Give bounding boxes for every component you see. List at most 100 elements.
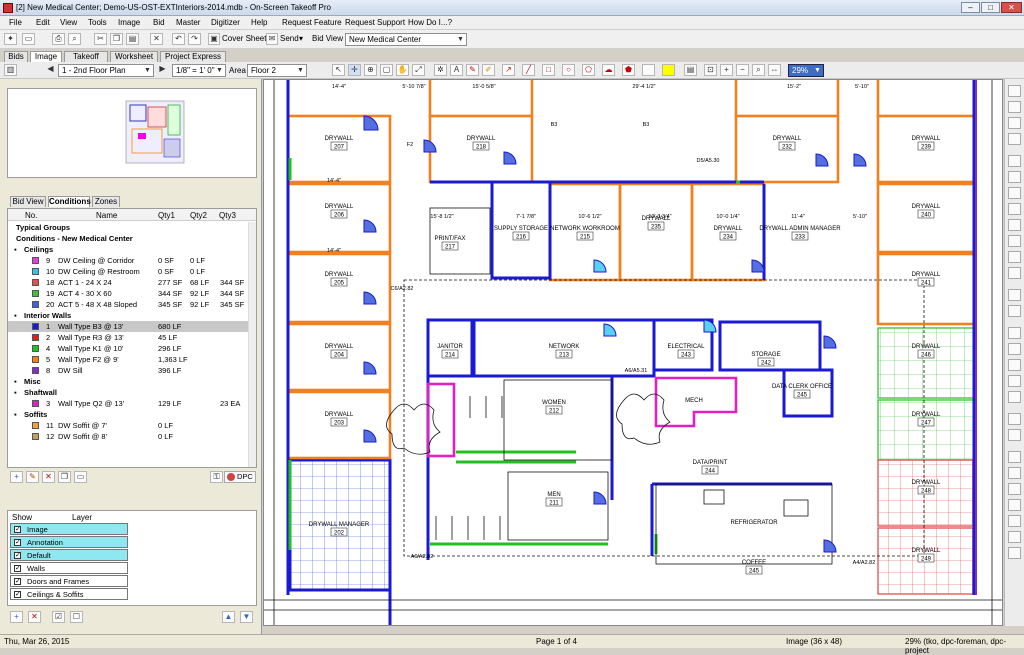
col-qty1[interactable]: Qty1 bbox=[158, 211, 175, 220]
close-button[interactable]: ✕ bbox=[1001, 2, 1022, 13]
scale-select[interactable]: 1/8" = 1' 0" ▼ bbox=[172, 64, 226, 77]
rectangle-icon[interactable]: □ bbox=[542, 64, 555, 76]
color-icon[interactable] bbox=[642, 64, 655, 76]
menu-file[interactable]: File bbox=[9, 18, 22, 27]
text-icon[interactable]: A bbox=[450, 64, 463, 76]
crosshair-icon[interactable]: ✛ bbox=[348, 64, 361, 76]
line-icon[interactable]: ╱ bbox=[522, 64, 535, 76]
page-thumbnail[interactable] bbox=[7, 88, 257, 178]
fit-icon[interactable]: ⤢ bbox=[412, 64, 425, 76]
col-name[interactable]: Name bbox=[96, 211, 117, 220]
expand-icon[interactable]: ▪ bbox=[14, 310, 17, 321]
layer-checkbox[interactable]: ✓ bbox=[14, 591, 21, 598]
copy-condition-button[interactable]: ❐ bbox=[58, 471, 71, 483]
menu-edit[interactable]: Edit bbox=[36, 18, 50, 27]
tool-icon-10[interactable] bbox=[1008, 235, 1021, 247]
highlighter-icon[interactable]: ✐ bbox=[482, 64, 495, 76]
tool-icon-25[interactable] bbox=[1008, 499, 1021, 511]
menu-digitizer[interactable]: Digitizer bbox=[211, 18, 240, 27]
tab-image[interactable]: Image bbox=[30, 51, 62, 62]
condition-group[interactable]: Typical Groups bbox=[8, 222, 248, 233]
menu-view[interactable]: View bbox=[60, 18, 77, 27]
tool-icon-13[interactable] bbox=[1008, 289, 1021, 301]
condition-row[interactable]: 12 DW Soffit @ 8' 0 LF bbox=[8, 431, 248, 442]
prev-page-button[interactable]: ◀ bbox=[44, 64, 57, 76]
menu-tools[interactable]: Tools bbox=[88, 18, 107, 27]
tool-icon-24[interactable] bbox=[1008, 483, 1021, 495]
tool-icon-11[interactable] bbox=[1008, 251, 1021, 263]
tool-icon-23[interactable] bbox=[1008, 467, 1021, 479]
delete-layer-button[interactable]: ✕ bbox=[28, 611, 41, 623]
layer-checkbox[interactable]: ✓ bbox=[14, 552, 21, 559]
copy-icon[interactable]: ❐ bbox=[110, 33, 123, 45]
tool-icon-3[interactable] bbox=[1008, 117, 1021, 129]
condition-group[interactable]: ▪ Soffits bbox=[8, 409, 248, 420]
condition-row[interactable]: 3 Wall Type Q2 @ 13' 129 LF 23 EA bbox=[8, 398, 248, 409]
zoom-in-icon[interactable]: + bbox=[720, 64, 733, 76]
col-no[interactable]: No. bbox=[25, 211, 37, 220]
area-select[interactable]: Floor 2 ▼ bbox=[247, 64, 307, 77]
tab-worksheet[interactable]: Worksheet bbox=[110, 51, 158, 62]
tab-bid-view[interactable]: Bid View bbox=[10, 196, 46, 207]
highlight-area-icon[interactable]: ⬟ bbox=[622, 64, 635, 76]
tool-icon-19[interactable] bbox=[1008, 391, 1021, 403]
tab-conditions[interactable]: Conditions bbox=[48, 196, 91, 207]
condition-group[interactable]: ▪ Ceilings bbox=[8, 244, 248, 255]
next-page-button[interactable]: ▶ bbox=[156, 64, 169, 76]
uncheck-layer-button[interactable]: ☐ bbox=[70, 611, 83, 623]
ellipse-icon[interactable]: ○ bbox=[562, 64, 575, 76]
tool-icon-1[interactable] bbox=[1008, 85, 1021, 97]
tab-takeoff[interactable]: Takeoff bbox=[64, 51, 108, 62]
condition-row[interactable]: 9 DW Ceiling @ Corridor 0 SF 0 LF bbox=[8, 255, 248, 266]
polygon-icon[interactable]: ⬠ bbox=[582, 64, 595, 76]
stamp-icon[interactable]: ✲ bbox=[434, 64, 447, 76]
menu-master[interactable]: Master bbox=[176, 18, 200, 27]
condition-row[interactable]: 1 Wall Type B3 @ 13' 680 LF bbox=[8, 321, 248, 332]
condition-row[interactable]: 8 DW Sill 396 LF bbox=[8, 365, 248, 376]
condition-group[interactable]: ▪ Misc bbox=[8, 376, 248, 387]
expand-icon[interactable]: ▪ bbox=[14, 244, 17, 255]
menu-image[interactable]: Image bbox=[118, 18, 140, 27]
tool-icon-2[interactable] bbox=[1008, 101, 1021, 113]
preview-icon[interactable]: ⌕ bbox=[68, 33, 81, 45]
tool-icon-15[interactable] bbox=[1008, 327, 1021, 339]
layer-checkbox[interactable]: ✓ bbox=[14, 526, 21, 533]
menu-help[interactable]: Help bbox=[251, 18, 267, 27]
zoom-box-icon[interactable]: ▢ bbox=[380, 64, 393, 76]
tool-icon-21[interactable] bbox=[1008, 429, 1021, 441]
expand-icon[interactable]: ▪ bbox=[14, 376, 17, 387]
drawing-canvas[interactable]: DRYWALL 207 DRYWALL 218 DRYWALL 232 DRYWALL 239… bbox=[263, 79, 1003, 626]
tool-icon-27[interactable] bbox=[1008, 531, 1021, 543]
note-icon[interactable]: ▤ bbox=[684, 64, 697, 76]
zoom-page-icon[interactable]: ⊡ bbox=[704, 64, 717, 76]
page-select[interactable]: 1 - 2nd Floor Plan ▼ bbox=[58, 64, 154, 77]
paste-icon[interactable]: ▤ bbox=[126, 33, 139, 45]
pencil-icon[interactable]: ✎ bbox=[466, 64, 479, 76]
col-qty3[interactable]: Qty3 bbox=[219, 211, 236, 220]
tool-icon-28[interactable] bbox=[1008, 547, 1021, 559]
tool-icon-12[interactable] bbox=[1008, 267, 1021, 279]
conditions-scrollbar[interactable] bbox=[248, 222, 256, 467]
condition-row[interactable]: 5 Wall Type F2 @ 9' 1,363 LF bbox=[8, 354, 248, 365]
maximize-button[interactable]: □ bbox=[981, 2, 1000, 13]
select-arrow-icon[interactable]: ↖ bbox=[332, 64, 345, 76]
bid-view-button[interactable]: Bid View bbox=[312, 34, 343, 43]
condition-row[interactable]: 2 Wall Type R3 @ 13' 45 LF bbox=[8, 332, 248, 343]
tool-icon-22[interactable] bbox=[1008, 451, 1021, 463]
zoom-out-icon[interactable]: − bbox=[736, 64, 749, 76]
zoom-width-icon[interactable]: ⇔ bbox=[768, 64, 781, 76]
zoom-select[interactable]: 29% ▼ bbox=[788, 64, 824, 77]
tab-bids[interactable]: Bids bbox=[4, 51, 28, 62]
layer-row[interactable]: ✓ Doors and Frames bbox=[10, 575, 128, 587]
check-layer-button[interactable]: ☑ bbox=[52, 611, 65, 623]
layer-row[interactable]: ✓ Image bbox=[10, 523, 128, 535]
tool-icon-9[interactable] bbox=[1008, 219, 1021, 231]
layer-row[interactable]: ✓ Annotation bbox=[10, 536, 128, 548]
fill-color-icon[interactable] bbox=[662, 64, 675, 76]
condition-row[interactable]: 19 ACT 4 - 30 X 60 344 SF 92 LF 344 SF bbox=[8, 288, 248, 299]
page-icon[interactable]: ▥ bbox=[4, 64, 17, 76]
tab-project-express[interactable]: Project Express bbox=[160, 51, 226, 62]
layer-row[interactable]: ✓ Default bbox=[10, 549, 128, 561]
open-icon[interactable]: ▭ bbox=[22, 33, 35, 45]
add-layer-button[interactable]: + bbox=[10, 611, 23, 623]
